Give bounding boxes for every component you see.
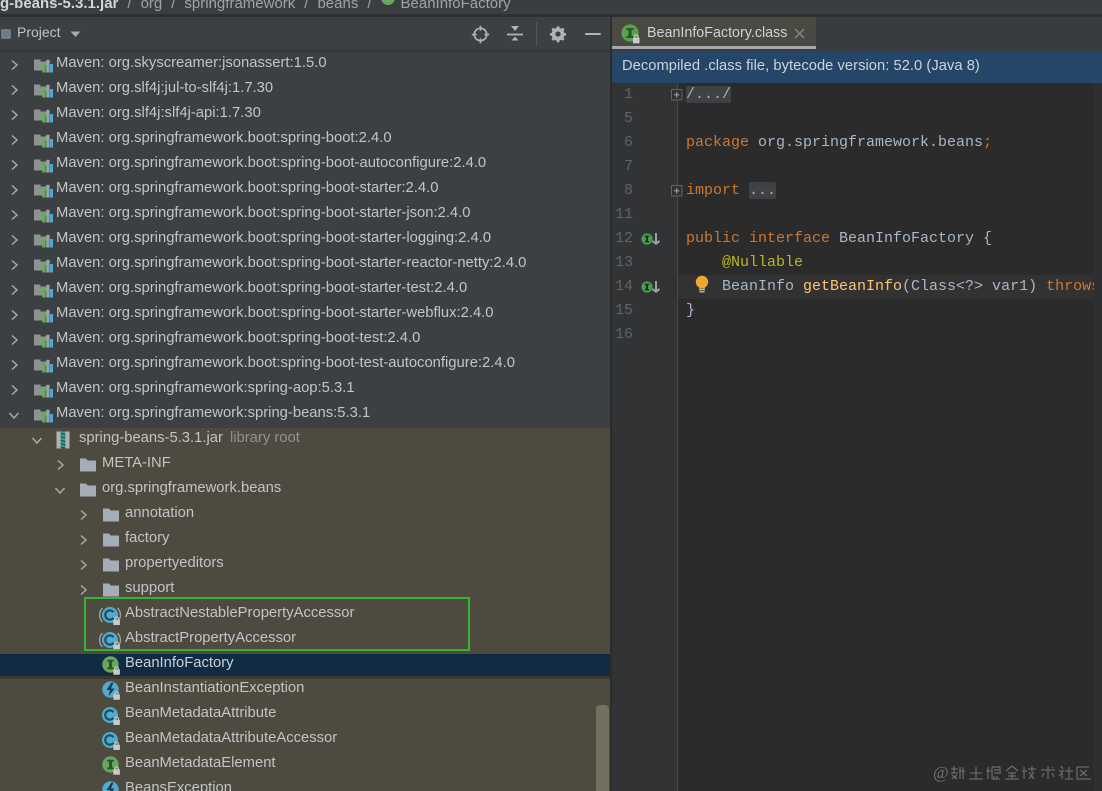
svg-text:@: @	[933, 763, 949, 782]
